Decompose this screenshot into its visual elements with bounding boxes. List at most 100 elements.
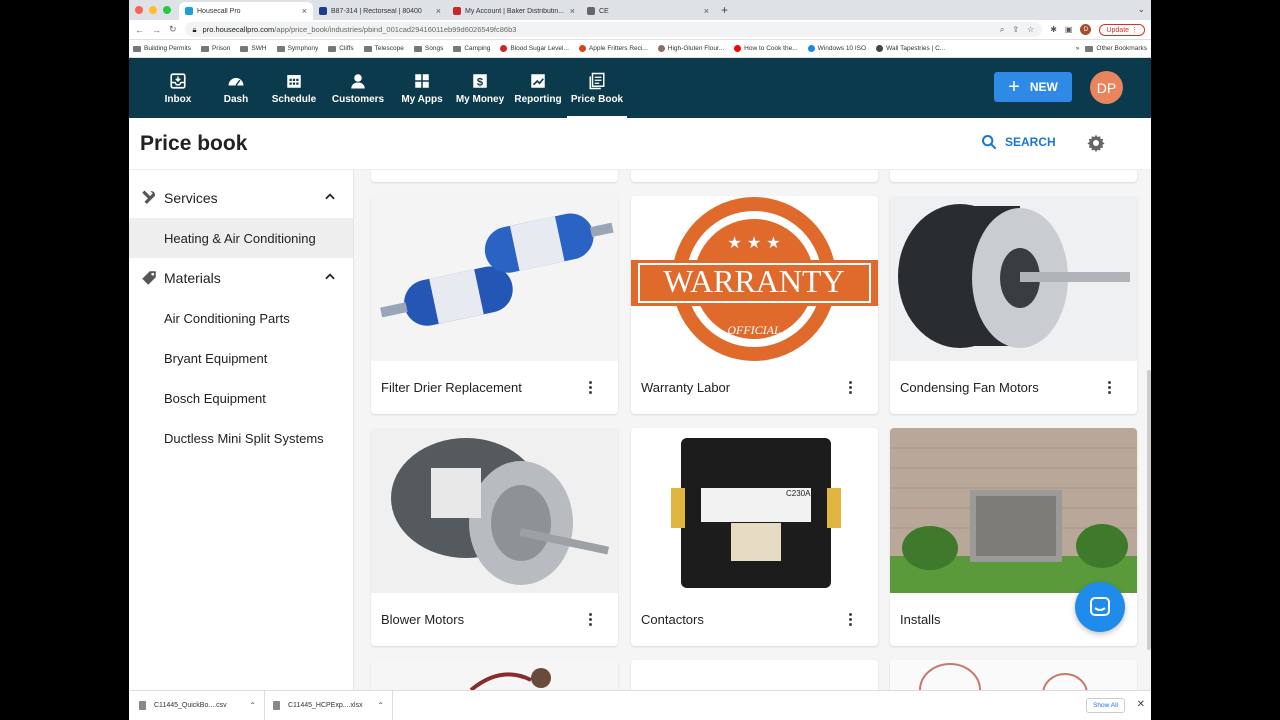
- address-bar[interactable]: 🔒︎ pro.housecallpro.com/app/price_book/i…: [184, 22, 1043, 37]
- tab-search-chevron-icon[interactable]: ⌄: [1137, 4, 1145, 15]
- close-downloads-icon[interactable]: ✕: [1137, 699, 1145, 710]
- maximize-window-icon[interactable]: [163, 6, 171, 14]
- browser-tab[interactable]: CE ×: [581, 2, 715, 20]
- search-button[interactable]: SEARCH: [981, 134, 1056, 150]
- chevron-up-icon[interactable]: ⌃: [377, 701, 384, 710]
- warranty-seal-subtext: OFFICIAL: [727, 323, 781, 337]
- item-card[interactable]: WARRANTY OFFICIAL ★ ★ ★ Warranty Labor: [631, 196, 878, 414]
- new-tab-button[interactable]: +: [715, 3, 734, 20]
- user-avatar[interactable]: DP: [1090, 71, 1123, 104]
- nav-item-reporting[interactable]: Reporting: [509, 58, 567, 118]
- browser-tab[interactable]: My Account | Baker Distributin... ×: [447, 2, 581, 20]
- more-options-icon[interactable]: [840, 609, 860, 629]
- bookmark-item[interactable]: Windows 10 ISO: [807, 45, 866, 52]
- browser-tab[interactable]: Housecall Pro ×: [179, 2, 313, 20]
- sidebar-item-ductless-mini-split-systems[interactable]: Ductless Mini Split Systems: [129, 418, 353, 458]
- nav-item-customers[interactable]: Customers: [323, 58, 393, 118]
- profile-avatar[interactable]: D: [1080, 24, 1092, 35]
- bookmark-item[interactable]: Symphony: [276, 45, 318, 52]
- bookmark-item[interactable]: Building Permits: [133, 45, 191, 52]
- item-card[interactable]: C230A Contactors: [631, 428, 878, 646]
- other-bookmarks-folder[interactable]: Other Bookmarks: [1085, 45, 1147, 52]
- bookmark-item[interactable]: Wall Tapestries | C...: [876, 45, 945, 52]
- item-card[interactable]: Condensing Fan Motors: [890, 196, 1137, 414]
- item-card[interactable]: Filter Drier Replacement: [371, 196, 618, 414]
- settings-button[interactable]: [1087, 134, 1105, 157]
- item-card-partial[interactable]: [890, 170, 1137, 182]
- item-card-partial[interactable]: [371, 660, 618, 690]
- nav-label: My Money: [455, 93, 505, 105]
- sidepanel-icon[interactable]: ▣: [1065, 25, 1073, 34]
- sidebar-item-label: Bosch Equipment: [164, 390, 266, 406]
- close-window-icon[interactable]: [135, 6, 143, 14]
- sidebar-item-bosch-equipment[interactable]: Bosch Equipment: [129, 378, 353, 418]
- bookmark-item[interactable]: SWH: [240, 45, 267, 52]
- nav-label: Schedule: [271, 93, 317, 105]
- nav-item-my-apps[interactable]: My Apps: [393, 58, 451, 118]
- bookmark-item[interactable]: How to Cook the...: [734, 45, 798, 52]
- share-icon[interactable]: ⇪: [1012, 25, 1019, 34]
- close-tab-icon[interactable]: ×: [570, 6, 575, 16]
- reload-icon[interactable]: ↻: [169, 24, 177, 35]
- browser-tab[interactable]: B87-314 | Rectorseal | 80400 ×: [313, 2, 447, 20]
- more-options-icon[interactable]: [1099, 377, 1119, 397]
- bookmark-item[interactable]: Camping: [453, 45, 490, 52]
- new-button[interactable]: + NEW: [994, 72, 1072, 102]
- item-card-partial[interactable]: [890, 660, 1137, 690]
- sidebar-item-bryant-equipment[interactable]: Bryant Equipment: [129, 338, 353, 378]
- nav-item-dash[interactable]: Dash: [207, 58, 265, 118]
- bookmark-label: Building Permits: [144, 45, 191, 52]
- scrollbar[interactable]: [1147, 370, 1151, 650]
- close-tab-icon[interactable]: ×: [704, 6, 709, 16]
- show-all-downloads-button[interactable]: Show All: [1086, 698, 1125, 713]
- nav-item-schedule[interactable]: Schedule: [265, 58, 323, 118]
- bookmark-item[interactable]: Songs: [413, 45, 443, 52]
- chevron-up-icon[interactable]: [323, 270, 337, 284]
- sidebar-item-air-conditioning-parts[interactable]: Air Conditioning Parts: [129, 298, 353, 338]
- bookmark-label: Cliffs: [339, 45, 354, 52]
- window-controls[interactable]: [129, 6, 179, 20]
- download-item[interactable]: C11445_QuickBo....csv ⌃: [137, 690, 265, 720]
- item-card[interactable]: Blower Motors: [371, 428, 618, 646]
- more-options-icon[interactable]: [580, 609, 600, 629]
- item-card-partial[interactable]: [631, 170, 878, 182]
- bookmark-star-icon[interactable]: ☆: [1027, 25, 1034, 34]
- update-button[interactable]: Update ⋮: [1099, 23, 1145, 36]
- nav-label: Price Book: [570, 93, 624, 105]
- chat-launcher-button[interactable]: [1075, 582, 1125, 632]
- chevron-up-icon[interactable]: ⌃: [249, 701, 256, 710]
- nav-item-inbox[interactable]: Inbox: [149, 58, 207, 118]
- more-options-icon[interactable]: [580, 377, 600, 397]
- item-card-partial[interactable]: [631, 660, 878, 690]
- close-tab-icon[interactable]: ×: [436, 6, 441, 16]
- sidebar-section-materials[interactable]: Materials: [129, 258, 353, 298]
- nav-item-price-book[interactable]: Price Book: [567, 58, 627, 118]
- zoom-icon[interactable]: ⌕: [1000, 25, 1004, 35]
- close-tab-icon[interactable]: ×: [302, 6, 307, 16]
- contactor-image: C230A: [631, 428, 878, 593]
- forward-icon[interactable]: →: [152, 25, 161, 35]
- nav-item-my-money[interactable]: $ My Money: [451, 58, 509, 118]
- sidebar-section-services[interactable]: Services: [129, 178, 353, 218]
- back-icon[interactable]: ←: [135, 25, 144, 35]
- content-area: Services Heating & Air Conditioning Mate…: [129, 170, 1151, 690]
- more-options-icon[interactable]: [840, 377, 860, 397]
- minimize-window-icon[interactable]: [149, 6, 157, 14]
- update-label: Update: [1106, 26, 1130, 34]
- extensions-icon[interactable]: ✱: [1050, 25, 1057, 34]
- bookmark-item[interactable]: High-Gluten Flour...: [657, 45, 724, 52]
- download-item[interactable]: C11445_HCPExp....xlsx ⌃: [265, 690, 393, 720]
- more-bookmarks-button[interactable]: »: [1076, 45, 1080, 52]
- downloads-bar: C11445_QuickBo....csv ⌃ C11445_HCPExp...…: [129, 690, 1151, 720]
- bookmark-item[interactable]: Telescope: [363, 45, 404, 52]
- bookmark-item[interactable]: Prison: [200, 45, 230, 52]
- sidebar-item-label: Air Conditioning Parts: [164, 310, 290, 326]
- chevron-up-icon[interactable]: [323, 190, 337, 204]
- item-card-partial[interactable]: [371, 170, 618, 182]
- blower-motor-image: [371, 428, 618, 593]
- bookmark-item[interactable]: Cliffs: [328, 45, 354, 52]
- bookmark-item[interactable]: Blood Sugar Level...: [500, 45, 569, 52]
- bookmark-item[interactable]: Apple Fritters Reci...: [578, 45, 648, 52]
- folder-icon: [328, 45, 337, 52]
- sidebar-item-heating-air-conditioning[interactable]: Heating & Air Conditioning: [129, 218, 353, 258]
